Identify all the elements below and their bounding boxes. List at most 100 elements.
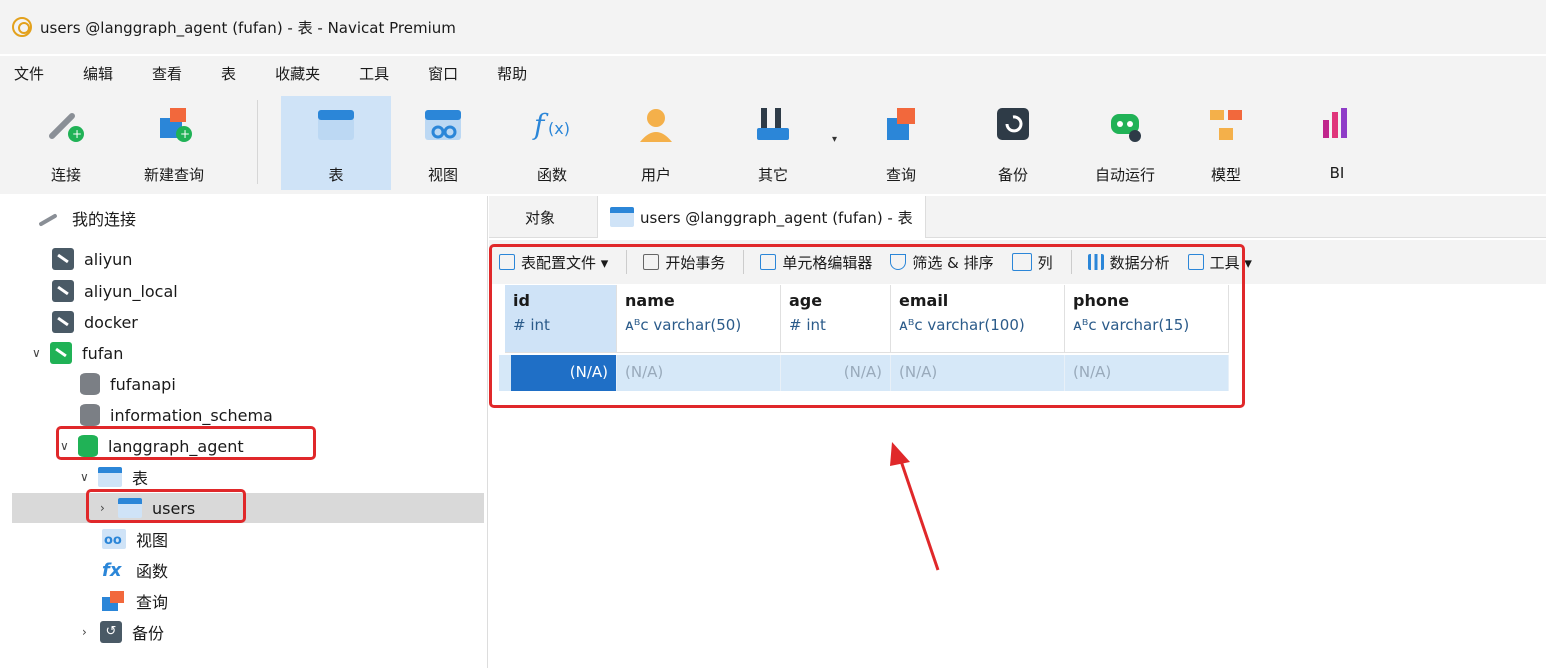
- connection-icon: [52, 311, 74, 333]
- automation-button[interactable]: 自动运行: [1075, 96, 1175, 190]
- tab-users-label: users @langgraph_agent (fufan) - 表: [640, 208, 913, 227]
- tree-group-views[interactable]: 视图: [102, 524, 168, 554]
- annotation-arrow-icon: [890, 442, 940, 571]
- query-label: 查询: [885, 166, 916, 184]
- user-button[interactable]: 用户: [612, 96, 700, 190]
- tree-group-label: 查询: [136, 593, 169, 612]
- tab-objects[interactable]: 对象: [513, 196, 567, 238]
- annotation-box-grid: [489, 244, 1245, 408]
- new-query-button[interactable]: + 新建查询: [130, 96, 218, 190]
- connection-icon: [52, 248, 74, 270]
- tree-connection-aliyun[interactable]: aliyun: [52, 244, 132, 274]
- menu-tools[interactable]: 工具: [359, 63, 389, 84]
- svg-text:f: f: [532, 108, 549, 141]
- plug-icon: +: [46, 104, 86, 144]
- function-icon: fx: [102, 559, 122, 581]
- function-label: 函数: [536, 166, 567, 184]
- table-icon: [98, 467, 122, 487]
- backup-label: 备份: [997, 166, 1028, 184]
- chevron-right-icon[interactable]: ›: [82, 625, 100, 639]
- annotation-box-database: [56, 426, 316, 460]
- menu-file[interactable]: 文件: [14, 63, 44, 84]
- tree-group-queries[interactable]: 查询: [102, 586, 168, 616]
- tab-users-table[interactable]: users @langgraph_agent (fufan) - 表: [597, 196, 926, 238]
- automation-label: 自动运行: [1094, 166, 1155, 184]
- menu-view[interactable]: 查看: [152, 63, 182, 84]
- navicat-logo-icon: [12, 17, 32, 37]
- tree-group-backups[interactable]: › ↺ 备份: [82, 617, 164, 647]
- other-dropdown-icon[interactable]: ▾: [832, 134, 837, 145]
- tree-group-label: 函数: [136, 562, 169, 581]
- menu-table[interactable]: 表: [221, 63, 236, 84]
- database-label: fufanapi: [110, 374, 176, 394]
- connection-label: aliyun: [84, 249, 133, 269]
- bi-label: BI: [1329, 164, 1345, 182]
- backup-button[interactable]: 备份: [969, 96, 1057, 190]
- tree-connection-fufan[interactable]: ∨ fufan: [32, 338, 123, 368]
- table-icon: [316, 104, 356, 144]
- bi-icon: [1317, 104, 1357, 144]
- plug-icon: [36, 209, 62, 227]
- tree-connection-docker[interactable]: docker: [52, 307, 138, 337]
- menu-edit[interactable]: 编辑: [83, 63, 113, 84]
- connect-button[interactable]: + 连接: [22, 96, 110, 190]
- tree-group-label: 表: [132, 469, 149, 488]
- svg-text:(x): (x): [548, 119, 570, 138]
- toolbar-separator: [257, 100, 258, 184]
- view-button[interactable]: 视图: [399, 96, 487, 190]
- user-icon: [636, 104, 676, 144]
- model-button[interactable]: 模型: [1182, 96, 1270, 190]
- new-query-icon: +: [154, 104, 194, 144]
- database-label: information_schema: [110, 405, 273, 425]
- new-query-label: 新建查询: [143, 166, 204, 184]
- menu-window[interactable]: 窗口: [428, 63, 458, 84]
- database-icon: [80, 404, 100, 426]
- tree-db-fufanapi[interactable]: fufanapi: [80, 369, 176, 399]
- tree-connection-aliyun-local[interactable]: aliyun_local: [52, 276, 178, 306]
- robot-icon: [1105, 104, 1145, 144]
- other-button[interactable]: 其它: [729, 96, 817, 190]
- svg-text:+: +: [72, 127, 82, 141]
- tree-root-my-connections[interactable]: 我的连接: [36, 203, 136, 233]
- connection-icon: [50, 342, 72, 364]
- query-button[interactable]: 查询: [857, 96, 945, 190]
- tab-bar: 对象 users @langgraph_agent (fufan) - 表: [489, 196, 1546, 238]
- database-icon: [80, 373, 100, 395]
- backup-icon: ↺: [100, 621, 122, 643]
- main-toolbar: + 连接 + 新建查询 表 视图 f (x) 函数 用户 其它 查询 备份 自动…: [0, 90, 1546, 194]
- tree-root-label: 我的连接: [72, 210, 137, 229]
- model-label: 模型: [1210, 166, 1241, 184]
- query-icon: [881, 104, 921, 144]
- model-icon: [1206, 104, 1246, 144]
- title-bar: users @langgraph_agent (fufan) - 表 - Nav…: [0, 0, 1546, 54]
- connection-label: aliyun_local: [84, 281, 178, 301]
- window-title: users @langgraph_agent (fufan) - 表 - Nav…: [40, 18, 456, 37]
- function-icon: f (x): [532, 104, 572, 144]
- chevron-down-icon[interactable]: ∨: [80, 470, 98, 484]
- view-label: 视图: [427, 166, 458, 184]
- tree-group-label: 视图: [136, 531, 169, 550]
- view-icon: [423, 104, 463, 144]
- connection-label: fufan: [82, 343, 124, 363]
- tree-group-tables[interactable]: ∨ 表: [80, 462, 148, 492]
- view-icon: [102, 529, 126, 549]
- bi-button[interactable]: BI: [1293, 96, 1381, 190]
- svg-text:+: +: [180, 127, 190, 141]
- other-label: 其它: [757, 166, 788, 184]
- chevron-down-icon[interactable]: ∨: [32, 346, 50, 360]
- tree-group-label: 备份: [132, 624, 165, 643]
- menu-help[interactable]: 帮助: [497, 63, 527, 84]
- table-icon: [610, 207, 634, 227]
- function-button[interactable]: f (x) 函数: [508, 96, 596, 190]
- backup-icon: [993, 104, 1033, 144]
- menu-favorites[interactable]: 收藏夹: [275, 63, 320, 84]
- tree-group-functions[interactable]: fx 函数: [102, 555, 168, 585]
- tab-objects-label: 对象: [525, 208, 556, 227]
- annotation-box-table: [86, 489, 246, 523]
- connection-icon: [52, 280, 74, 302]
- table-button[interactable]: 表: [281, 96, 391, 190]
- selected-row-highlight: [12, 493, 484, 523]
- user-label: 用户: [640, 166, 671, 184]
- menu-bar: 文件 编辑 查看 表 收藏夹 工具 窗口 帮助: [0, 56, 1546, 90]
- query-icon: [102, 591, 126, 611]
